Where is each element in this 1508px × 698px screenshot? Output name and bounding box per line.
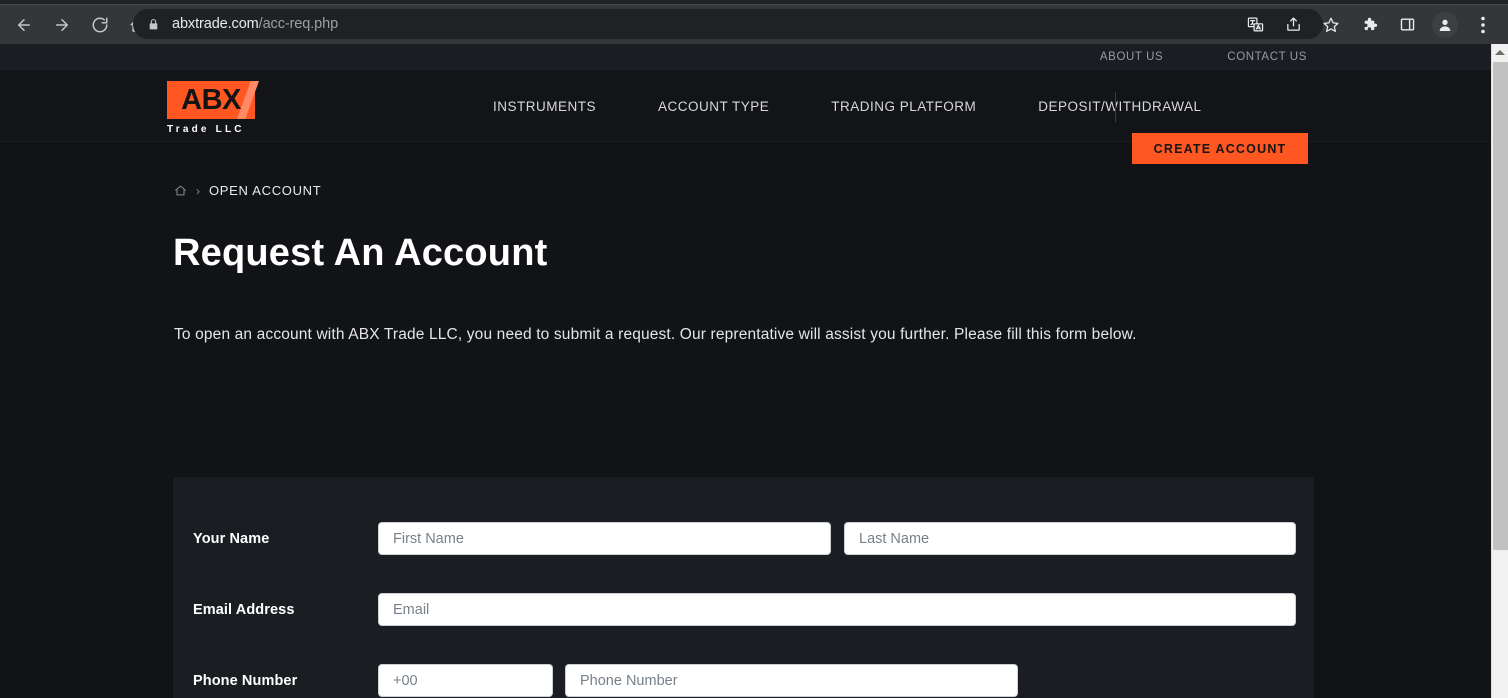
browser-chrome: abxtrade.com/acc-req.php [0,0,1508,44]
first-name-input[interactable] [378,522,831,555]
translate-icon[interactable] [1239,9,1271,41]
three-dot-menu-icon[interactable] [1467,9,1499,41]
create-account-button[interactable]: CREATE ACCOUNT [1132,133,1308,164]
lock-icon [147,18,160,31]
utility-link-about-us[interactable]: ABOUT US [1100,51,1163,63]
account-request-form: Your Name Email Address Phone Number SUB… [173,477,1314,698]
nav-link-instruments[interactable]: INSTRUMENTS [493,99,596,114]
toolbar-right-icons [1236,5,1502,44]
reload-icon[interactable] [83,8,117,42]
home-icon[interactable] [174,184,187,197]
scroll-up-arrow-icon[interactable] [1492,44,1508,61]
page-scrollbar[interactable] [1491,44,1508,698]
form-row-email: Email Address [173,593,1314,626]
email-input[interactable] [378,593,1296,626]
site-logo[interactable]: ABX Trade LLC [167,81,259,135]
nav-divider [1115,92,1116,122]
breadcrumb-current: OPEN ACCOUNT [209,183,322,198]
page-title: Request An Account [173,232,548,274]
label-email-address: Email Address [193,601,295,618]
forward-arrow-icon[interactable] [45,8,79,42]
url-host: abxtrade.com [172,16,259,32]
label-your-name: Your Name [193,530,270,547]
utility-bar: ABOUT US CONTACT US [0,44,1491,70]
logo-text: ABX [181,83,241,116]
nav-link-trading-platform[interactable]: TRADING PLATFORM [831,99,976,114]
last-name-input[interactable] [844,522,1296,555]
url-path: /acc-req.php [258,16,339,32]
country-code-input[interactable] [378,664,553,697]
nav-link-account-type[interactable]: ACCOUNT TYPE [658,99,769,114]
utility-link-contact-us[interactable]: CONTACT US [1227,51,1307,63]
share-icon[interactable] [1277,9,1309,41]
logo-subtitle: Trade LLC [167,124,245,135]
bookmark-star-icon[interactable] [1315,9,1347,41]
extensions-puzzle-icon[interactable] [1353,9,1385,41]
logo-mark: ABX [167,81,259,119]
phone-number-input[interactable] [565,664,1018,697]
label-phone-number: Phone Number [193,672,298,689]
main-navigation: INSTRUMENTS ACCOUNT TYPE TRADING PLATFOR… [493,70,1202,142]
url-text: abxtrade.com/acc-req.php [172,16,338,32]
page-viewport: ABOUT US CONTACT US ABX Trade LLC INSTRU… [0,44,1491,698]
scrollbar-thumb[interactable] [1493,62,1508,550]
nav-link-deposit-withdrawal[interactable]: DEPOSIT/WITHDRAWAL [1038,99,1201,114]
address-bar[interactable]: abxtrade.com/acc-req.php [133,9,1323,39]
profile-avatar-icon[interactable] [1432,11,1458,38]
site-header: ABX Trade LLC INSTRUMENTS ACCOUNT TYPE T… [0,70,1491,142]
form-row-phone: Phone Number [173,664,1314,697]
intro-text: To open an account with ABX Trade LLC, y… [174,326,1137,343]
breadcrumb: › OPEN ACCOUNT [174,183,321,198]
breadcrumb-separator: › [196,183,200,198]
side-panel-icon[interactable] [1391,9,1423,41]
form-row-name: Your Name [173,522,1314,555]
back-arrow-icon[interactable] [7,8,41,42]
